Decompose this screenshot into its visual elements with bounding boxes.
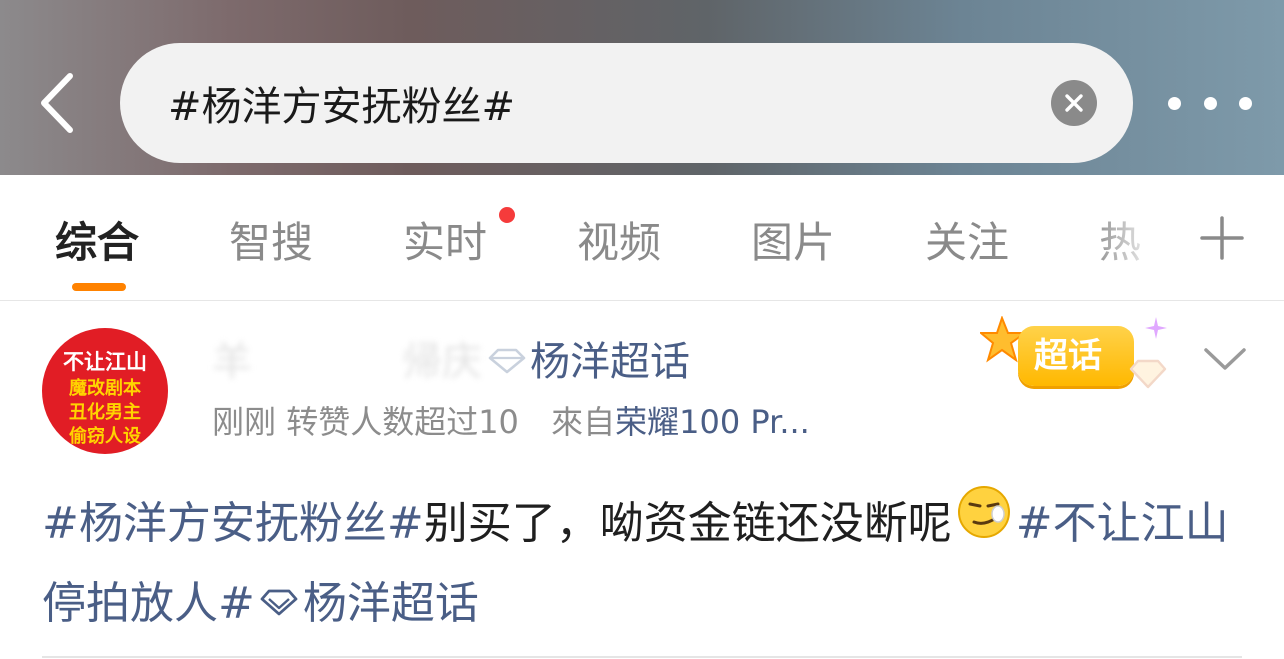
more-button[interactable] (1168, 86, 1252, 120)
chevron-down-icon (1204, 348, 1246, 370)
tab-smart-search[interactable]: 智搜 (229, 215, 313, 271)
search-input[interactable] (168, 43, 1028, 163)
supertopic-name: 杨洋超话 (530, 339, 690, 385)
plus-icon (1200, 216, 1244, 260)
tab-hot[interactable]: 热 (1099, 215, 1141, 271)
username-obscured: 帰庆 (402, 339, 482, 385)
clear-search-button[interactable] (1051, 80, 1097, 126)
tab-following[interactable]: 关注 (925, 215, 1009, 271)
supertopic-badge[interactable]: 超话 (980, 314, 1176, 406)
avatar-text-line: 丑化男主 (69, 402, 141, 423)
clear-x-icon (1065, 94, 1083, 112)
post-time: 刚刚 (212, 403, 277, 441)
username-obscured: 羊 (212, 339, 252, 385)
realtime-notification-dot (499, 207, 515, 223)
more-dot-icon (1168, 96, 1181, 110)
avatar[interactable]: 不让江山 魔改剧本 丑化男主 偷窃人设 (42, 328, 168, 454)
avatar-text-line: 魔改剧本 (69, 378, 141, 399)
avatar-text-line: 偷窃人设 (69, 426, 141, 447)
active-tab-indicator (72, 283, 126, 291)
post-meta: 刚刚 转赞人数超过10 來自荣耀100 Pr... (212, 400, 810, 444)
post-username[interactable]: 羊 帰庆 杨洋超话 (212, 336, 690, 392)
supertopic-link[interactable]: 杨洋超话 (303, 578, 479, 629)
tab-video[interactable]: 视频 (577, 215, 661, 271)
from-label: 來自 (551, 403, 616, 441)
post-text: 别买了，呦资金链还没断呢 (423, 498, 952, 549)
hashtag-link[interactable]: #杨洋方安抚粉丝# (42, 498, 424, 549)
smirk-emoji-icon (956, 484, 1012, 560)
top-header (0, 0, 1284, 175)
search-box[interactable] (120, 43, 1133, 163)
supertopic-diamond-icon (488, 336, 526, 386)
diamond-icon (1129, 359, 1167, 389)
post-reposts: 转赞人数超过10 (286, 403, 519, 441)
avatar-text-line: 不让江山 (63, 350, 147, 374)
tab-comprehensive[interactable]: 综合 (55, 215, 139, 271)
sparkle-icon (1145, 317, 1167, 339)
supertopic-diamond-icon (259, 568, 299, 636)
device-link[interactable]: 荣耀100 Pr... (615, 403, 810, 441)
tab-realtime[interactable]: 实时 (403, 215, 487, 271)
search-tabs: 综合 智搜 实时 视频 图片 关注 热 (0, 175, 1284, 301)
more-dot-icon (1239, 96, 1252, 110)
more-dot-icon (1203, 96, 1217, 110)
back-button[interactable] (28, 70, 84, 136)
tab-images[interactable]: 图片 (751, 215, 835, 271)
back-arrow-icon (41, 73, 73, 133)
badge-label: 超话 (1034, 336, 1102, 376)
post-content: #杨洋方安抚粉丝#别买了，呦资金链还没断呢 #不让江山停拍放人# 杨洋超话 (42, 484, 1242, 644)
post-menu-button[interactable] (1202, 340, 1248, 376)
add-tab-button[interactable] (1196, 212, 1248, 264)
post-divider (42, 656, 1242, 658)
